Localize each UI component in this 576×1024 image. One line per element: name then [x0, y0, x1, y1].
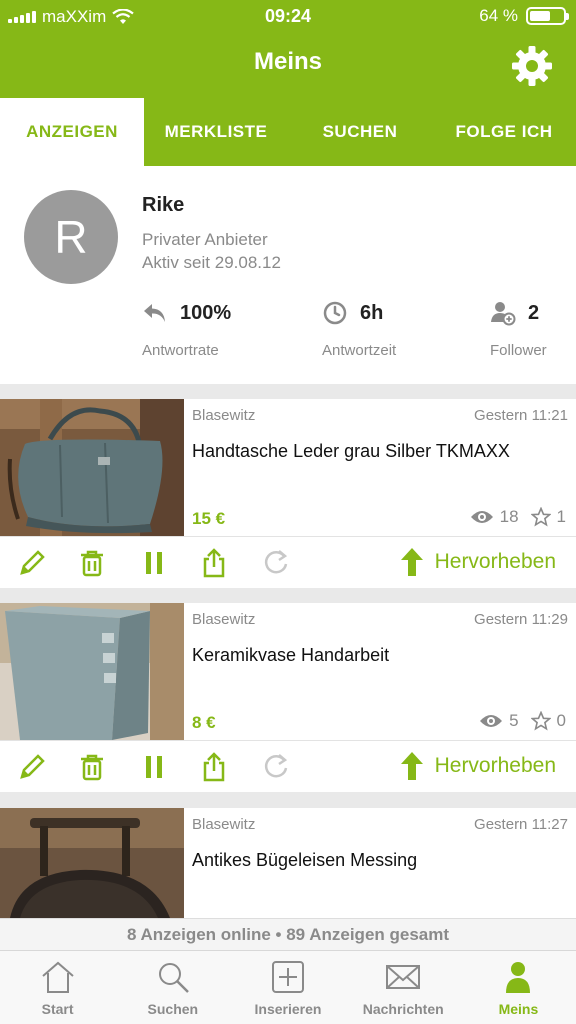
- profile-since: Aktiv seit 29.08.12: [142, 253, 281, 272]
- star-icon: [530, 507, 551, 527]
- avatar: R: [24, 190, 118, 284]
- mail-icon: [386, 965, 421, 989]
- listing-title[interactable]: Handtasche Leder grau Silber TKMAXX: [192, 441, 510, 462]
- listing-actions: Hervorheben: [0, 740, 576, 792]
- gear-icon[interactable]: [510, 44, 554, 88]
- tab-folge-ich[interactable]: FOLGE ICH: [432, 98, 576, 166]
- nav-inserieren[interactable]: Inserieren: [230, 951, 345, 1024]
- stat-label: Follower: [490, 342, 547, 359]
- listing-location: Blasewitz: [192, 816, 256, 833]
- edit-icon[interactable]: [16, 547, 48, 579]
- tab-bar: ANZEIGEN MERKLISTE SUCHEN FOLGE ICH: [0, 98, 576, 166]
- stat-value: 6h: [360, 301, 384, 324]
- stat-value: 100%: [180, 301, 232, 324]
- watch-count: 0: [556, 711, 566, 730]
- listing-actions: Hervorheben: [0, 536, 576, 588]
- home-icon: [41, 961, 74, 993]
- arrow-up-icon: [400, 752, 423, 780]
- nav-meins[interactable]: Meins: [461, 951, 576, 1024]
- nav-label: Nachrichten: [362, 1001, 444, 1017]
- share-icon[interactable]: [198, 547, 230, 579]
- nav-label: Meins: [498, 1001, 539, 1017]
- battery-percent: 64 %: [479, 6, 518, 25]
- delete-icon[interactable]: [76, 751, 108, 783]
- listing-image[interactable]: [0, 808, 184, 918]
- listing-stats: 18 1: [470, 507, 566, 527]
- nav-start[interactable]: Start: [0, 951, 115, 1024]
- view-count: 5: [509, 711, 519, 730]
- vase-photo: [0, 603, 184, 740]
- nav-label: Inserieren: [254, 1001, 322, 1017]
- promote-label: Hervorheben: [434, 754, 556, 777]
- listing-title[interactable]: Keramikvase Handarbeit: [192, 645, 389, 666]
- page-title: Meins: [253, 48, 322, 75]
- listing-title[interactable]: Antikes Bügeleisen Messing: [192, 850, 417, 871]
- person-icon: [506, 962, 531, 993]
- stat-label: Antwortzeit: [322, 342, 397, 359]
- arrow-up-icon: [400, 548, 423, 576]
- promote-label: Hervorheben: [434, 550, 556, 573]
- battery-icon: [526, 7, 569, 25]
- listing-image[interactable]: [0, 603, 184, 740]
- app-header: maXXim 09:24 64 % Meins ANZEIGEN MERKLIS…: [0, 0, 576, 166]
- tab-suchen[interactable]: SUCHEN: [288, 98, 432, 166]
- stat-followers: 2 Follower: [490, 298, 547, 360]
- stat-value: 2: [528, 301, 540, 324]
- search-icon: [158, 963, 189, 993]
- promote-button[interactable]: Hervorheben: [400, 548, 556, 576]
- listing-location: Blasewitz: [192, 407, 256, 424]
- profile-type: Privater Anbieter: [142, 230, 268, 249]
- iron-photo: [0, 808, 184, 918]
- add-icon: [272, 961, 304, 993]
- listing-date: Gestern 11:27: [474, 816, 568, 833]
- listing-date: Gestern 11:29: [474, 611, 568, 628]
- follower-icon: [491, 302, 516, 326]
- delete-icon[interactable]: [76, 547, 108, 579]
- refresh-icon[interactable]: [260, 751, 292, 783]
- status-bar: maXXim 09:24 64 %: [0, 0, 576, 34]
- listing-price: 15 €: [192, 509, 226, 528]
- edit-icon[interactable]: [16, 751, 48, 783]
- watch-count: 1: [556, 507, 566, 526]
- listings-summary: 8 Anzeigen online • 89 Anzeigen gesamt: [0, 918, 576, 950]
- handbag-photo: [0, 399, 184, 536]
- listing-image[interactable]: [0, 399, 184, 536]
- stat-response-rate: 100% Antwortrate: [142, 298, 232, 360]
- eye-icon: [470, 511, 493, 523]
- listing-card[interactable]: Blasewitz Gestern 11:27 Antikes Bügeleis…: [0, 808, 576, 918]
- bottom-nav: Start Suchen Inserieren Nachrichten Mein…: [0, 950, 576, 1024]
- view-count: 18: [499, 507, 519, 526]
- profile-name: Rike: [142, 194, 185, 216]
- nav-label: Start: [41, 1001, 74, 1017]
- refresh-icon[interactable]: [260, 547, 292, 579]
- tab-anzeigen[interactable]: ANZEIGEN: [0, 98, 144, 166]
- tab-merkliste[interactable]: MERKLISTE: [144, 98, 288, 166]
- eye-icon: [480, 715, 503, 727]
- share-icon[interactable]: [198, 751, 230, 783]
- promote-button[interactable]: Hervorheben: [400, 752, 556, 780]
- listing-card[interactable]: Blasewitz Gestern 11:29 Keramikvase Hand…: [0, 603, 576, 792]
- pause-icon[interactable]: [138, 547, 170, 579]
- stat-response-time: 6h Antwortzeit: [322, 298, 397, 360]
- stat-label: Antwortrate: [142, 342, 219, 359]
- pause-icon[interactable]: [138, 751, 170, 783]
- reply-icon: [144, 304, 165, 322]
- listing-card[interactable]: Blasewitz Gestern 11:21 Handtasche Leder…: [0, 399, 576, 588]
- listing-price: 8 €: [192, 713, 216, 732]
- listing-stats: 5 0: [479, 711, 566, 731]
- star-icon: [530, 711, 551, 731]
- nav-nachrichten[interactable]: Nachrichten: [346, 951, 461, 1024]
- profile-card: R Rike Privater Anbieter Aktiv seit 29.0…: [0, 166, 576, 384]
- listing-date: Gestern 11:21: [474, 407, 568, 424]
- clock-icon: [323, 301, 347, 325]
- listing-location: Blasewitz: [192, 611, 256, 628]
- nav-suchen[interactable]: Suchen: [115, 951, 230, 1024]
- nav-label: Suchen: [147, 1001, 199, 1017]
